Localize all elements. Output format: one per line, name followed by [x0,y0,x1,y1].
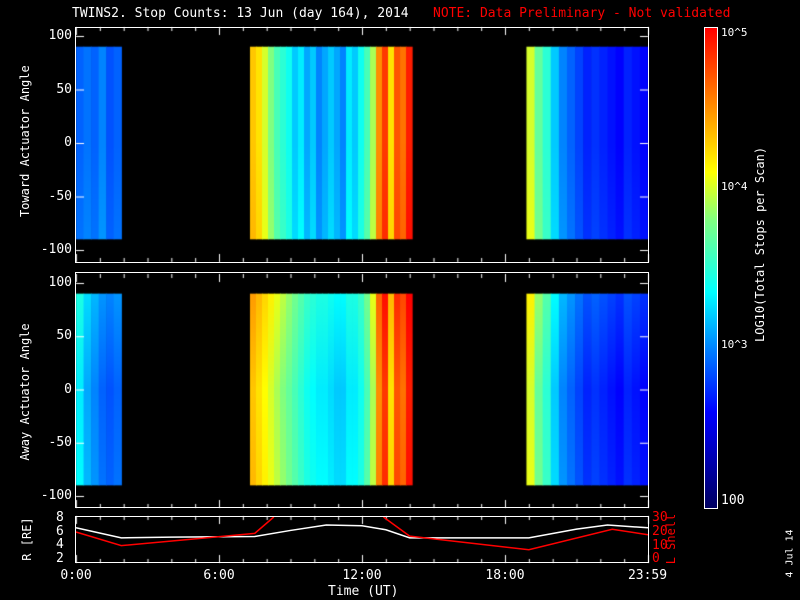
r-tick-label: 2 [56,550,64,566]
colorbar-tick-100: 100 [721,493,745,508]
away-ylabel: Away Actuator Angle [18,323,32,461]
y-tick-label: -100 [40,242,72,257]
note-text: NOTE: Data Preliminary - Not validated [433,6,731,21]
date-stamp: 4 Jul 14 [784,529,796,578]
toward-ylabel: Toward Actuator Angle [18,65,32,217]
colorbar-label: LOG10(Total Stops per Scan) [753,146,767,342]
away-panel [75,272,649,508]
colorbar-tick-1e4: 10^4 [721,180,748,193]
y-tick-label: -50 [48,434,72,450]
x-tick-label: 6:00 [203,568,235,583]
y-tick-label: 50 [56,328,72,344]
lshell-tick-label: 0 [652,551,660,567]
xlabel: Time (UT) [328,584,399,599]
x-tick-label: 12:00 [342,568,382,583]
y-tick-label: 100 [48,28,72,43]
plot-title: TWINS2. Stop Counts: 13 Jun (day 164), 2… [72,6,409,21]
colorbar [704,27,718,509]
colorbar-tick-1e3: 10^3 [721,338,748,351]
orbit-panel [75,516,649,563]
x-tick-label: 23:59 [627,568,668,583]
r-ylabel: R [RE] [20,517,34,561]
y-tick-label: 50 [56,81,72,97]
y-tick-label: 100 [48,275,72,290]
colorbar-tick-1e5: 10^5 [721,26,748,39]
x-tick-label: 18:00 [485,568,525,583]
y-tick-label: 0 [64,135,72,150]
twins-plot: TWINS2. Stop Counts: 13 Jun (day 164), 2… [0,0,800,600]
y-tick-label: -50 [48,188,72,204]
y-tick-label: -100 [40,488,72,503]
y-tick-label: 0 [64,381,72,397]
x-tick-label: 0:00 [60,568,92,583]
toward-panel [75,27,649,263]
